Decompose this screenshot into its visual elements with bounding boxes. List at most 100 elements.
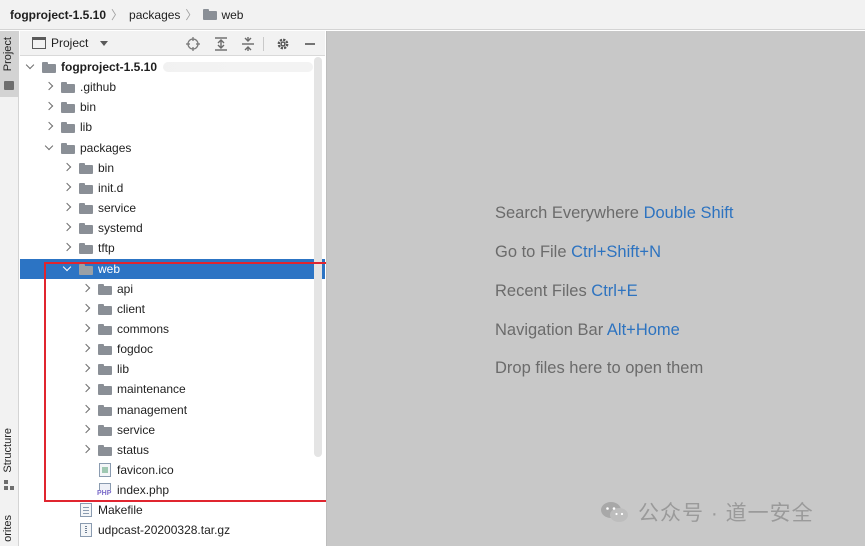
locate-file-button[interactable] bbox=[184, 35, 202, 53]
folder-icon bbox=[98, 424, 112, 436]
redacted-path bbox=[163, 62, 314, 72]
breadcrumb-item-packages[interactable]: packages bbox=[129, 8, 180, 22]
tree-item-label: api bbox=[117, 282, 134, 296]
tree-item-label: favicon.ico bbox=[117, 463, 174, 477]
php-file-icon: PHP bbox=[97, 483, 112, 498]
chevron-right-icon[interactable] bbox=[80, 339, 94, 359]
tree-item-label: tftp bbox=[98, 241, 115, 255]
tree-folder-row[interactable]: packages bbox=[20, 138, 325, 158]
project-panel: Project fogproject-1.5.10 .github bin lib pa… bbox=[20, 31, 325, 546]
hint-label: Go to File bbox=[495, 243, 567, 261]
collapse-all-icon bbox=[242, 37, 254, 51]
breadcrumb-separator: 〉 bbox=[111, 8, 124, 22]
tree-folder-row[interactable]: tftp bbox=[20, 238, 325, 258]
chevron-right-icon[interactable] bbox=[80, 440, 94, 460]
chevron-right-icon[interactable] bbox=[80, 379, 94, 399]
folder-icon bbox=[98, 363, 112, 375]
chevron-right-icon[interactable] bbox=[61, 198, 75, 218]
folder-icon bbox=[98, 343, 112, 355]
project-panel-header: Project bbox=[20, 31, 325, 56]
settings-button[interactable] bbox=[274, 35, 292, 53]
chevron-right-icon[interactable] bbox=[80, 299, 94, 319]
structure-tool-tab[interactable]: Structure bbox=[0, 426, 19, 496]
tree-folder-row[interactable]: client bbox=[20, 299, 325, 319]
tree-folder-row[interactable]: init.d bbox=[20, 178, 325, 198]
hide-panel-button[interactable] bbox=[301, 35, 319, 53]
tree-folder-row[interactable]: fogproject-1.5.10 bbox=[20, 57, 325, 77]
tree-item-label: fogproject-1.5.10 bbox=[61, 60, 158, 74]
chevron-down-icon[interactable] bbox=[43, 138, 57, 158]
chevron-right-icon[interactable] bbox=[61, 218, 75, 238]
tree-folder-row[interactable]: systemd bbox=[20, 218, 325, 238]
tree-folder-row[interactable]: fogdoc bbox=[20, 339, 325, 359]
hint-label: Search Everywhere bbox=[495, 204, 639, 222]
breadcrumb-separator: 〉 bbox=[185, 8, 198, 22]
text-file-icon bbox=[80, 503, 92, 517]
watermark-text: 公众号 · 道一安全 bbox=[638, 502, 814, 525]
chevron-down-icon[interactable] bbox=[24, 57, 38, 77]
structure-tab-label: Structure bbox=[2, 428, 14, 473]
favorites-tab-label: orites bbox=[2, 515, 14, 542]
tree-folder-row[interactable]: web bbox=[20, 259, 325, 279]
folder-icon bbox=[79, 242, 93, 254]
tree-scrollbar[interactable] bbox=[314, 57, 322, 457]
minimize-icon bbox=[305, 43, 315, 45]
project-view-selector[interactable]: Project bbox=[32, 36, 109, 50]
folder-icon bbox=[61, 121, 75, 133]
chevron-right-icon[interactable] bbox=[61, 178, 75, 198]
chevron-down-icon[interactable] bbox=[61, 259, 75, 279]
favorites-tool-tab[interactable]: orites bbox=[0, 509, 19, 546]
wechat-icon bbox=[601, 502, 628, 522]
project-tab-label: Project bbox=[2, 37, 14, 72]
chevron-right-icon[interactable] bbox=[80, 420, 94, 440]
chevron-right-icon[interactable] bbox=[43, 77, 57, 97]
expand-all-button[interactable] bbox=[212, 35, 230, 53]
tree-folder-row[interactable]: service bbox=[20, 420, 325, 440]
chevron-right-icon[interactable] bbox=[80, 279, 94, 299]
folder-icon bbox=[61, 101, 75, 113]
folder-icon bbox=[61, 81, 75, 93]
tree-folder-row[interactable]: commons bbox=[20, 319, 325, 339]
breadcrumb-item-project[interactable]: fogproject-1.5.10 bbox=[10, 8, 106, 22]
tree-folder-row[interactable]: lib bbox=[20, 359, 325, 379]
tree-folder-row[interactable]: service bbox=[20, 198, 325, 218]
collapse-all-button[interactable] bbox=[239, 35, 257, 53]
tree-file-row[interactable]: Makefile bbox=[20, 500, 325, 520]
navigation-bar: fogproject-1.5.10 〉 packages 〉 web bbox=[0, 0, 865, 30]
structure-icon bbox=[4, 480, 14, 490]
archive-file-icon bbox=[80, 523, 92, 537]
breadcrumb-label: web bbox=[221, 7, 244, 22]
tree-file-row[interactable]: favicon.ico bbox=[20, 460, 325, 480]
chevron-right-icon[interactable] bbox=[80, 359, 94, 379]
tree-item-label: web bbox=[98, 262, 121, 276]
tree-item-label: fogdoc bbox=[117, 342, 154, 356]
tree-file-row[interactable]: PHP index.php bbox=[20, 480, 325, 500]
tree-folder-row[interactable]: management bbox=[20, 400, 325, 420]
tree-folder-row[interactable]: api bbox=[20, 279, 325, 299]
tree-folder-row[interactable]: status bbox=[20, 440, 325, 460]
project-tool-tab[interactable]: Project bbox=[0, 31, 19, 97]
tree-folder-row[interactable]: bin bbox=[20, 97, 325, 117]
tree-folder-row[interactable]: maintenance bbox=[20, 379, 325, 399]
chevron-right-icon[interactable] bbox=[61, 238, 75, 258]
chevron-right-icon[interactable] bbox=[61, 158, 75, 178]
chevron-right-icon[interactable] bbox=[43, 97, 57, 117]
tree-folder-row[interactable]: bin bbox=[20, 158, 325, 178]
hint-navigation-bar: Navigation Bar Alt+Home bbox=[495, 321, 680, 340]
tree-file-row[interactable]: udpcast-20200328.tar.gz bbox=[20, 520, 325, 540]
tree-folder-row[interactable]: lib bbox=[20, 117, 325, 137]
folder-icon bbox=[61, 142, 75, 154]
hint-label: Drop files here to open them bbox=[495, 359, 704, 377]
chevron-right-icon[interactable] bbox=[43, 117, 57, 137]
breadcrumb-item-web[interactable]: web bbox=[203, 8, 243, 22]
chevron-right-icon[interactable] bbox=[80, 400, 94, 420]
project-folder-icon bbox=[4, 81, 14, 90]
tree-item-label: lib bbox=[117, 362, 130, 376]
view-selector-label: Project bbox=[51, 36, 89, 50]
tree-folder-row[interactable]: .github bbox=[20, 77, 325, 97]
php-badge-icon: PHP bbox=[97, 490, 112, 498]
tree-item-label: udpcast-20200328.tar.gz bbox=[98, 523, 231, 537]
chevron-right-icon[interactable] bbox=[80, 319, 94, 339]
tree-item-label: packages bbox=[80, 141, 132, 155]
